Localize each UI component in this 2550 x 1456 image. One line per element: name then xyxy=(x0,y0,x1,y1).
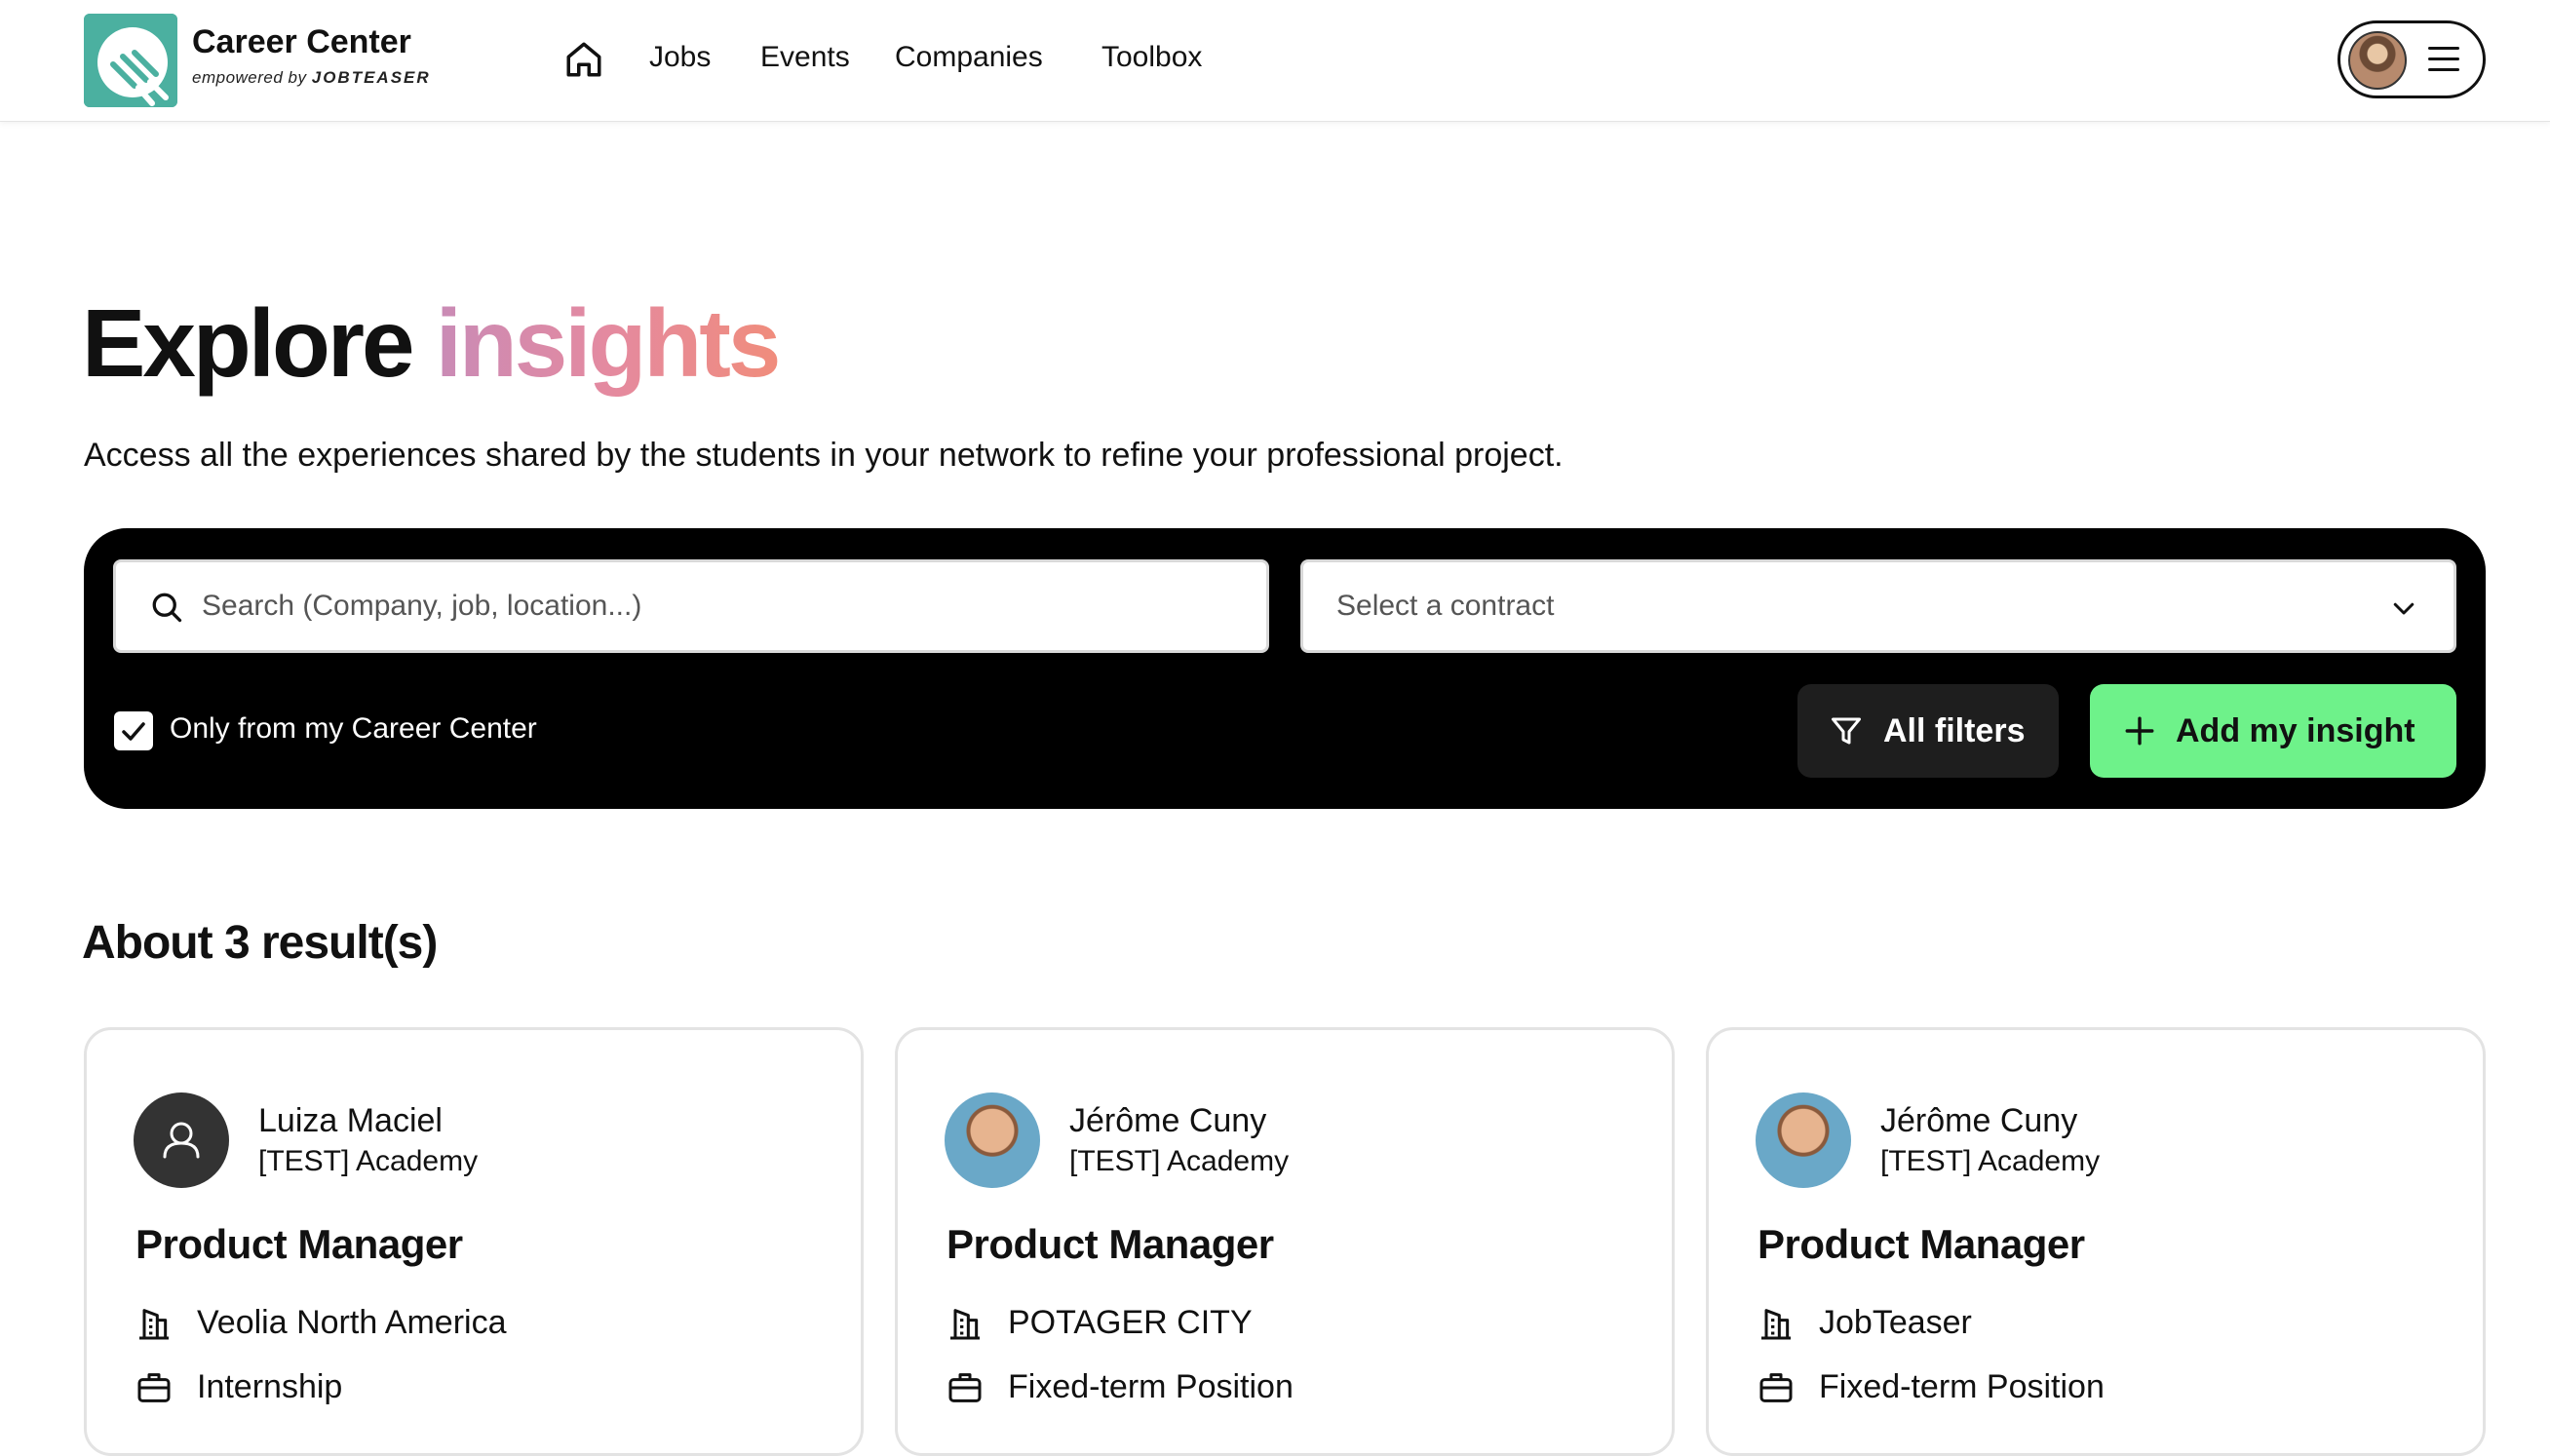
author-name: Jérôme Cuny xyxy=(1880,1102,2078,1139)
only-my-career-center-label[interactable]: Only from my Career Center xyxy=(170,712,537,746)
logo-mark-icon xyxy=(84,14,177,107)
search-input[interactable] xyxy=(202,562,1255,650)
avatar xyxy=(2348,31,2407,90)
job-title: Product Manager xyxy=(135,1221,463,1267)
nav-toolbox[interactable]: Toolbox xyxy=(1101,41,1202,74)
page-title-main: Explore xyxy=(82,289,414,397)
add-my-insight-label: Add my insight xyxy=(2176,712,2415,749)
page-title: Explore insights xyxy=(82,288,782,399)
contract-select[interactable]: Select a contract xyxy=(1300,559,2456,653)
avatar xyxy=(134,1092,229,1188)
contract-type: Fixed-term Position xyxy=(1008,1368,1294,1405)
chevron-down-icon xyxy=(2393,602,2415,615)
plus-icon xyxy=(2125,716,2154,746)
search-icon xyxy=(152,593,182,623)
company-name: Veolia North America xyxy=(197,1304,507,1341)
search-panel: Select a contract Only from my Career Ce… xyxy=(84,528,2486,809)
nav-events[interactable]: Events xyxy=(760,41,850,74)
briefcase-icon xyxy=(137,1373,171,1402)
author-school: [TEST] Academy xyxy=(258,1145,479,1177)
author-school: [TEST] Academy xyxy=(1880,1145,2101,1177)
avatar xyxy=(1756,1092,1851,1188)
all-filters-button[interactable]: All filters xyxy=(1797,684,2059,778)
building-icon xyxy=(139,1309,169,1340)
top-header: Career Center empowered by JOBTEASER Job… xyxy=(0,0,2550,122)
avatar xyxy=(945,1092,1040,1188)
brand-sub-prefix: empowered by xyxy=(192,68,307,87)
brand-sub-name: JOBTEASER xyxy=(311,68,431,87)
search-field[interactable] xyxy=(113,559,1269,653)
home-icon[interactable] xyxy=(563,39,604,80)
building-icon xyxy=(1761,1309,1791,1340)
add-my-insight-button[interactable]: Add my insight xyxy=(2090,684,2456,778)
brand-title: Career Center xyxy=(192,23,411,60)
page-title-accent: insights xyxy=(435,289,782,397)
page-description: Access all the experiences shared by the… xyxy=(84,437,1564,474)
company-name: JobTeaser xyxy=(1819,1304,1972,1341)
author-name: Luiza Maciel xyxy=(258,1102,443,1139)
career-center-logo[interactable] xyxy=(84,14,177,107)
filter-icon xyxy=(1832,717,1861,745)
company-name: POTAGER CITY xyxy=(1008,1304,1253,1341)
building-icon xyxy=(950,1309,980,1340)
all-filters-label: All filters xyxy=(1883,712,2026,749)
hamburger-menu-icon xyxy=(2428,47,2459,74)
profile-menu-button[interactable] xyxy=(2338,20,2486,98)
nav-jobs[interactable]: Jobs xyxy=(649,41,711,74)
author-school: [TEST] Academy xyxy=(1069,1145,1290,1177)
nav-companies[interactable]: Companies xyxy=(895,41,1043,74)
job-title: Product Manager xyxy=(1758,1221,2085,1267)
results-count: About 3 result(s) xyxy=(82,917,438,969)
contract-select-placeholder: Select a contract xyxy=(1336,590,1555,622)
job-title: Product Manager xyxy=(947,1221,1274,1267)
contract-type: Fixed-term Position xyxy=(1819,1368,2105,1405)
brand-subtitle: empowered by JOBTEASER xyxy=(192,68,431,88)
only-my-career-center-checkbox[interactable] xyxy=(114,711,153,750)
author-name: Jérôme Cuny xyxy=(1069,1102,1267,1139)
briefcase-icon xyxy=(948,1373,982,1402)
user-placeholder-icon xyxy=(163,1122,200,1159)
briefcase-icon xyxy=(1759,1373,1793,1402)
checkmark-icon xyxy=(122,722,145,741)
contract-type: Internship xyxy=(197,1368,343,1405)
